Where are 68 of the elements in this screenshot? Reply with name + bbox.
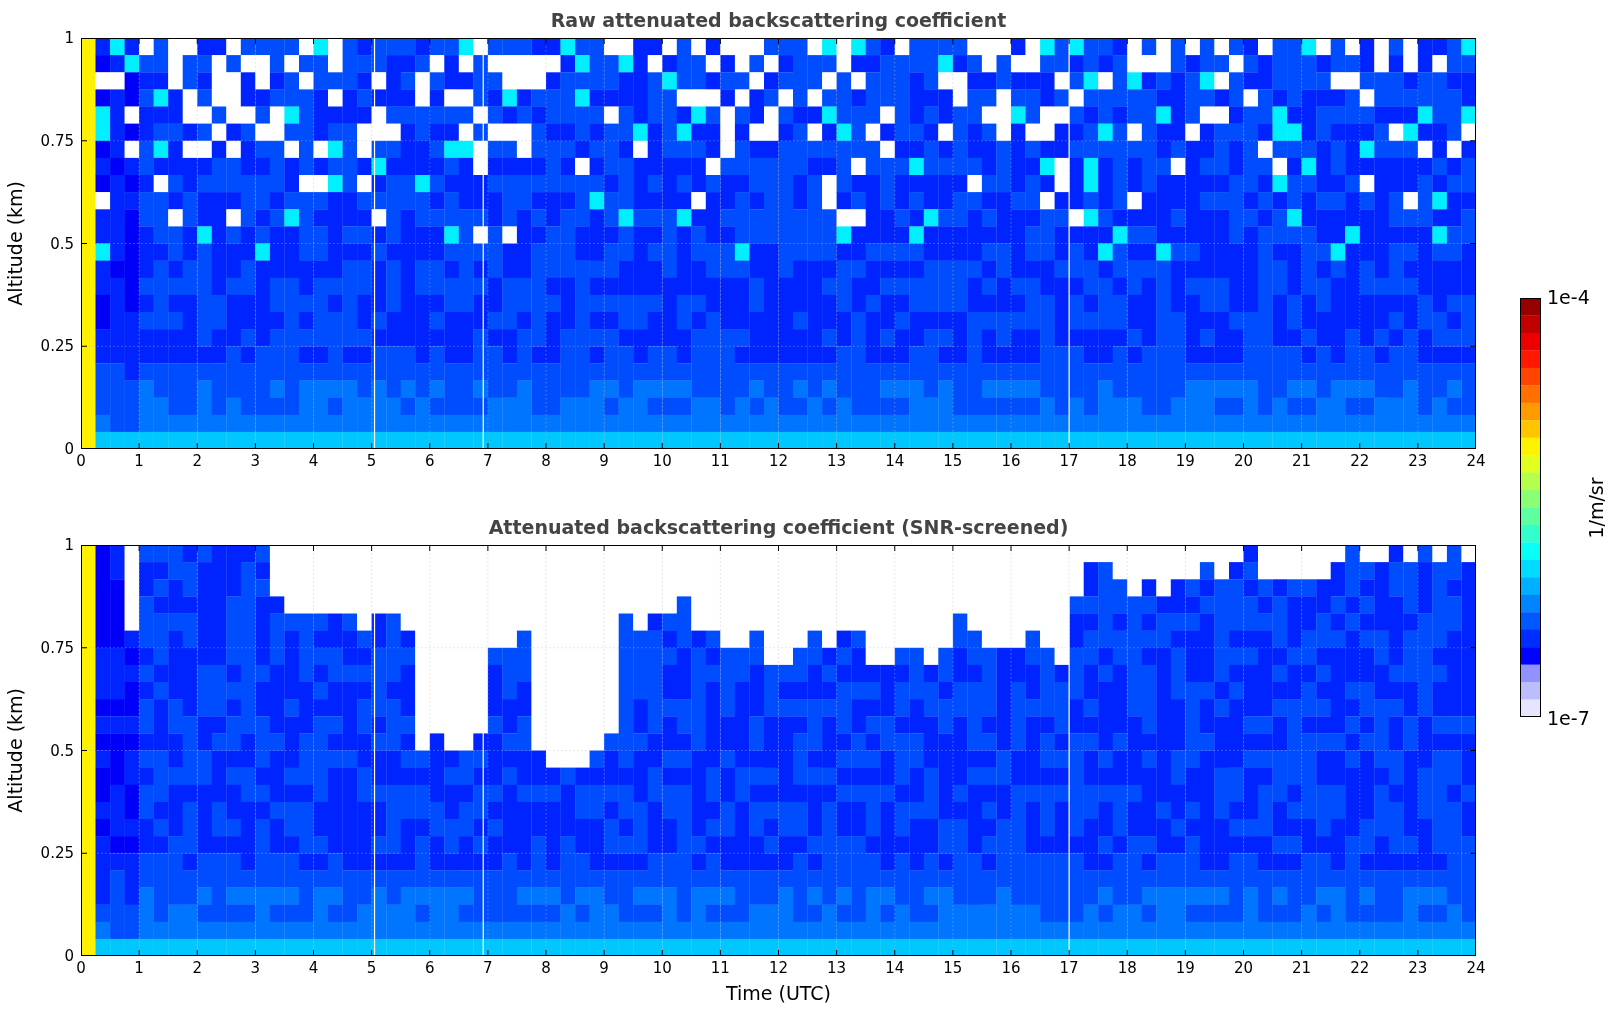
tick-label: 16 (1001, 960, 1021, 976)
tick-label: 12 (768, 453, 789, 469)
tick-label: 5 (366, 453, 377, 469)
tick-label: 9 (599, 453, 609, 469)
tick-label: 1 (64, 537, 74, 553)
tick-label: 3 (250, 453, 261, 469)
tick-label: 6 (425, 960, 435, 976)
tick-label: 22 (1350, 960, 1370, 976)
tick-label: 9 (599, 960, 609, 976)
tick-label: 1 (134, 453, 144, 469)
tick-label: 0 (76, 960, 86, 976)
tick-label: 0.25 (40, 845, 74, 862)
tick-label: 22 (1350, 453, 1370, 469)
tick-label: 7 (483, 453, 493, 469)
tick-label: 1 (64, 30, 74, 46)
tick-label: 23 (1408, 960, 1428, 976)
tick-label: 20 (1233, 960, 1254, 976)
tick-label: 10 (652, 960, 672, 976)
tick-label: 7 (483, 960, 493, 976)
tick-label: 13 (827, 960, 847, 976)
tick-label: 13 (827, 453, 847, 469)
tick-label: 18 (1117, 453, 1137, 469)
tick-label: 24 (1466, 960, 1486, 976)
tick-label: 0 (76, 453, 86, 469)
tick-label: 1e-4 (1547, 286, 1590, 308)
tick-label: 21 (1292, 960, 1312, 976)
tick-label: 4 (308, 960, 319, 976)
tick-label: 16 (1001, 453, 1021, 469)
tick-label: 5 (366, 960, 377, 976)
tick-label: 11 (710, 960, 730, 976)
axis-label: Altitude (km) (4, 181, 27, 306)
tick-label: 15 (943, 960, 963, 976)
tick-label: 10 (652, 453, 672, 469)
axis-label: 1/m/sr (1585, 476, 1607, 539)
tick-label: 0.5 (50, 742, 74, 759)
tick-label: 3 (250, 960, 261, 976)
tick-label: 1e-7 (1547, 707, 1590, 729)
tick-label: 0.75 (40, 132, 74, 149)
tick-label: 19 (1175, 960, 1195, 976)
tick-label: 0 (64, 948, 74, 964)
tick-label: 15 (943, 453, 963, 469)
tick-label: 0.75 (40, 639, 74, 656)
tick-label: 1 (134, 960, 144, 976)
axis-label: Time (UTC) (726, 982, 831, 1004)
tick-label: 8 (541, 960, 551, 976)
tick-label: 18 (1117, 960, 1137, 976)
tick-label: 2 (192, 960, 202, 976)
tick-label: 20 (1233, 453, 1254, 469)
tick-label: 19 (1175, 453, 1195, 469)
tick-label: 12 (768, 960, 789, 976)
tick-label: 21 (1292, 453, 1312, 469)
tick-label: 0 (64, 441, 74, 457)
tick-label: 0.25 (40, 338, 74, 355)
chart-title: Raw attenuated backscattering coefficient (549, 8, 1008, 33)
tick-label: 17 (1059, 960, 1079, 976)
tick-label: 24 (1466, 453, 1486, 469)
tick-label: 14 (885, 960, 905, 976)
chart-title: Attenuated backscattering coefficient (SNR-screened) (487, 515, 1070, 540)
tick-label: 14 (885, 453, 905, 469)
tick-label: 6 (425, 453, 435, 469)
tick-label: 8 (541, 453, 551, 469)
tick-label: 17 (1059, 453, 1079, 469)
tick-label: 11 (710, 453, 730, 469)
axis-label: Altitude (km) (4, 688, 27, 813)
tick-label: 4 (308, 453, 319, 469)
tick-label: 23 (1408, 453, 1428, 469)
tick-label: 0.5 (50, 235, 74, 252)
tick-label: 2 (192, 453, 202, 469)
